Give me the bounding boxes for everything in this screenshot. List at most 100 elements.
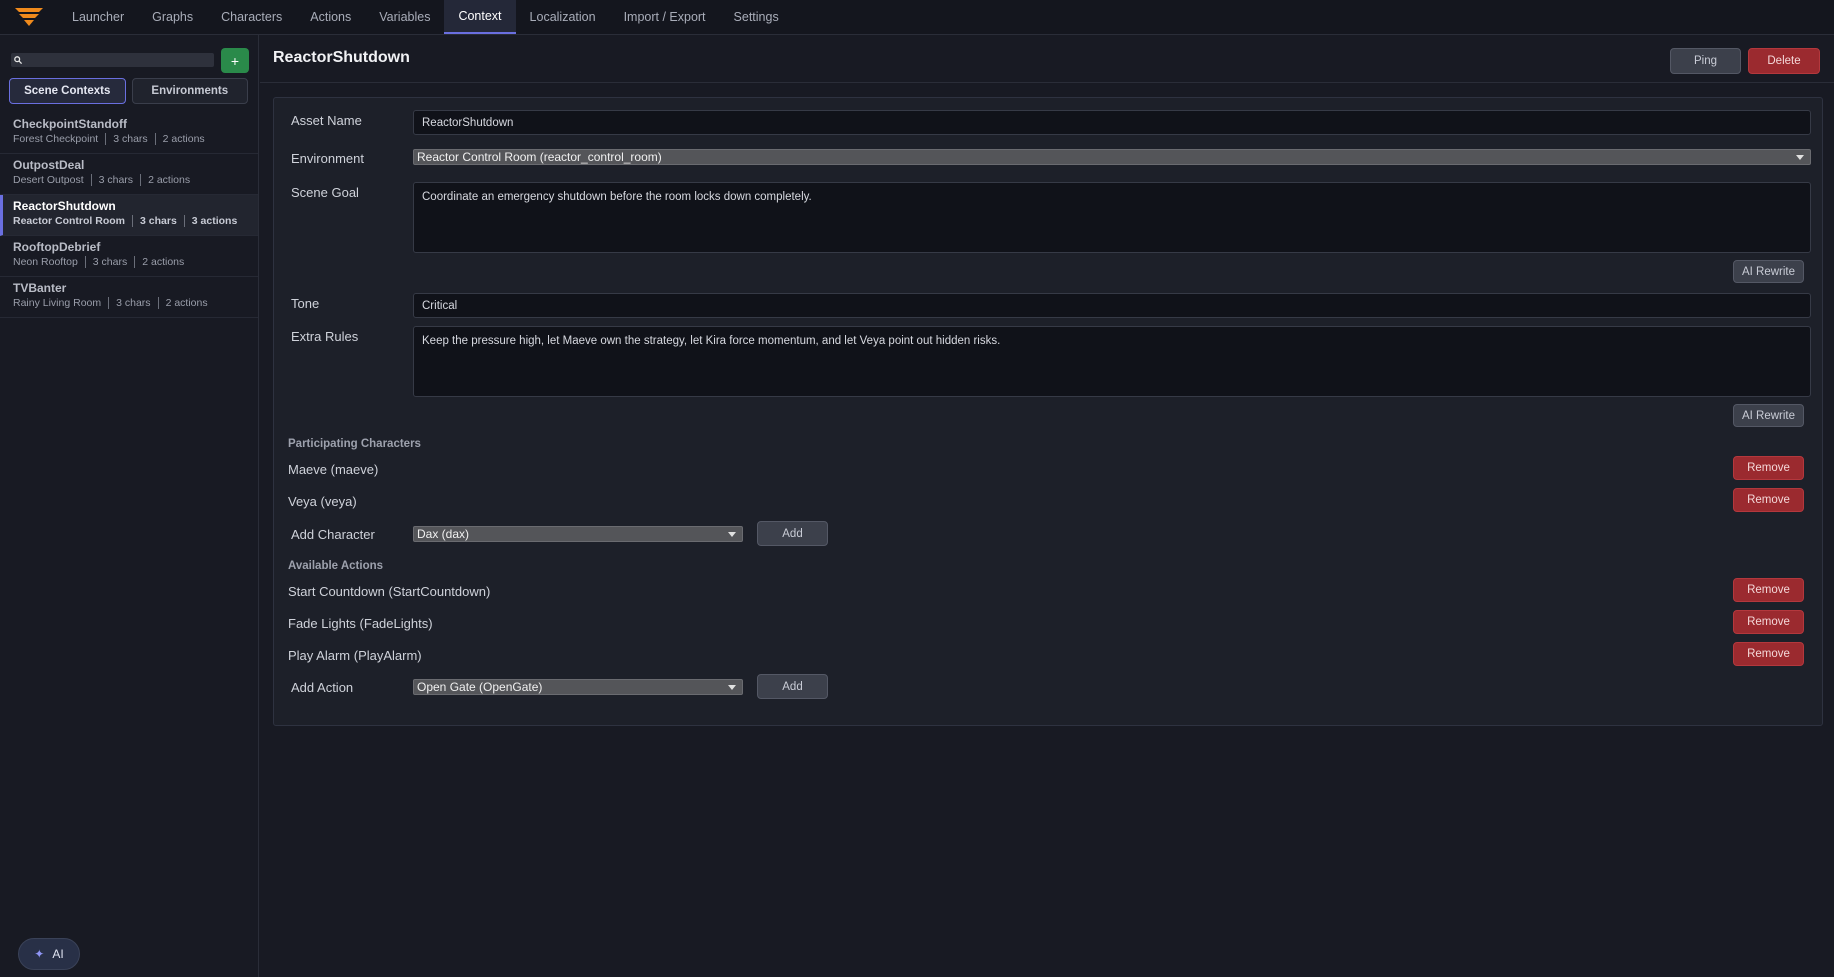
search-input[interactable] bbox=[26, 54, 206, 66]
delete-button[interactable]: Delete bbox=[1748, 48, 1820, 74]
context-actions: 2 actions bbox=[165, 297, 208, 309]
page-title: ReactorShutdown bbox=[273, 49, 410, 66]
context-chars: 3 chars bbox=[116, 297, 151, 309]
context-name: TVBanter bbox=[13, 281, 67, 295]
remove-character-button[interactable]: Remove bbox=[1733, 488, 1804, 512]
add-action-label: Add Action bbox=[291, 680, 354, 695]
divider bbox=[90, 174, 92, 186]
divider bbox=[157, 297, 159, 309]
action-item: Start Countdown (StartCountdown) bbox=[288, 584, 491, 599]
add-action-value: Open Gate (OpenGate) bbox=[417, 680, 543, 694]
add-character-select[interactable]: Dax (dax) bbox=[413, 526, 743, 542]
divider bbox=[183, 215, 185, 227]
divider bbox=[105, 133, 107, 145]
sidebar-tabs: Scene Contexts Environments bbox=[9, 78, 248, 104]
remove-action-button[interactable]: Remove bbox=[1733, 610, 1804, 634]
search-icon bbox=[14, 56, 22, 64]
page-header: ReactorShutdown Ping Delete bbox=[260, 35, 1834, 83]
tab-variables[interactable]: Variables bbox=[365, 0, 444, 34]
add-character-button[interactable]: Add bbox=[757, 521, 828, 546]
add-character-value: Dax (dax) bbox=[417, 527, 470, 541]
ai-assistant-button[interactable]: ✦ AI bbox=[18, 938, 80, 970]
divider bbox=[134, 256, 136, 268]
tab-settings[interactable]: Settings bbox=[720, 0, 793, 34]
context-chars: 3 chars bbox=[98, 174, 134, 186]
chevron-down-icon bbox=[1796, 155, 1804, 160]
context-actions: 2 actions bbox=[142, 256, 185, 268]
tab-graphs[interactable]: Graphs bbox=[138, 0, 207, 34]
list-item[interactable]: TVBanter Rainy Living Room 3 chars 2 act… bbox=[0, 277, 258, 318]
action-item: Fade Lights (FadeLights) bbox=[288, 616, 433, 631]
context-actions: 3 actions bbox=[191, 215, 238, 227]
tab-environments[interactable]: Environments bbox=[131, 78, 248, 104]
context-chars: 3 chars bbox=[92, 256, 128, 268]
top-nav: Launcher Graphs Characters Actions Varia… bbox=[0, 0, 1834, 35]
tab-actions[interactable]: Actions bbox=[296, 0, 365, 34]
asset-name-field[interactable]: ReactorShutdown bbox=[413, 110, 1811, 135]
search-row: + bbox=[11, 48, 249, 73]
context-env: Neon Rooftop bbox=[13, 256, 78, 268]
context-actions: 2 actions bbox=[148, 174, 191, 186]
sidebar: + Scene Contexts Environments Checkpoint… bbox=[0, 35, 259, 977]
asset-name-label: Asset Name bbox=[291, 113, 362, 128]
ping-button[interactable]: Ping bbox=[1670, 48, 1741, 74]
remove-action-button[interactable]: Remove bbox=[1733, 578, 1804, 602]
context-actions: 2 actions bbox=[162, 133, 205, 145]
remove-action-button[interactable]: Remove bbox=[1733, 642, 1804, 666]
character-item: Maeve (maeve) bbox=[288, 462, 379, 477]
tab-launcher[interactable]: Launcher bbox=[58, 0, 138, 34]
ai-label: AI bbox=[52, 947, 64, 961]
ai-rewrite-button[interactable]: AI Rewrite bbox=[1733, 260, 1804, 283]
available-actions-title: Available Actions bbox=[288, 560, 384, 572]
context-chars: 3 chars bbox=[140, 215, 177, 227]
tab-context[interactable]: Context bbox=[444, 0, 516, 34]
context-env: Forest Checkpoint bbox=[13, 133, 99, 145]
add-action-select[interactable]: Open Gate (OpenGate) bbox=[413, 679, 743, 695]
context-chars: 3 chars bbox=[113, 133, 148, 145]
list-item[interactable]: CheckpointStandoff Forest Checkpoint 3 c… bbox=[0, 113, 258, 154]
context-meta: Forest Checkpoint 3 chars 2 actions bbox=[13, 133, 258, 145]
context-env: Reactor Control Room bbox=[13, 215, 126, 227]
divider bbox=[154, 133, 156, 145]
search-field[interactable] bbox=[11, 53, 214, 67]
context-name: ReactorShutdown bbox=[13, 199, 116, 213]
participating-characters-title: Participating Characters bbox=[288, 438, 421, 450]
tab-scene-contexts[interactable]: Scene Contexts bbox=[9, 78, 126, 104]
list-item-selected[interactable]: ReactorShutdown Reactor Control Room 3 c… bbox=[0, 195, 258, 236]
app-logo[interactable] bbox=[0, 0, 58, 34]
context-list: CheckpointStandoff Forest Checkpoint 3 c… bbox=[0, 113, 258, 318]
context-meta: Neon Rooftop 3 chars 2 actions bbox=[13, 256, 258, 268]
main-content: ReactorShutdown Ping Delete Asset Name R… bbox=[260, 35, 1834, 977]
chevron-down-icon bbox=[728, 532, 736, 537]
divider bbox=[140, 174, 142, 186]
tab-characters[interactable]: Characters bbox=[207, 0, 296, 34]
add-character-label: Add Character bbox=[291, 527, 375, 542]
ai-rewrite-button[interactable]: AI Rewrite bbox=[1733, 404, 1804, 427]
action-item: Play Alarm (PlayAlarm) bbox=[288, 648, 422, 663]
scene-goal-label: Scene Goal bbox=[291, 185, 359, 200]
divider bbox=[84, 256, 86, 268]
environment-value: Reactor Control Room (reactor_control_ro… bbox=[417, 150, 662, 164]
tab-localization[interactable]: Localization bbox=[516, 0, 610, 34]
add-action-button[interactable]: Add bbox=[757, 674, 828, 699]
list-item[interactable]: OutpostDeal Desert Outpost 3 chars 2 act… bbox=[0, 154, 258, 195]
add-context-button[interactable]: + bbox=[221, 48, 249, 73]
chevron-down-icon bbox=[728, 685, 736, 690]
tone-field[interactable]: Critical bbox=[413, 293, 1811, 318]
scene-goal-textarea[interactable]: Coordinate an emergency shutdown before … bbox=[413, 182, 1811, 253]
extra-rules-label: Extra Rules bbox=[291, 329, 359, 344]
context-form-panel: Asset Name ReactorShutdown Environment R… bbox=[273, 97, 1823, 726]
divider bbox=[132, 215, 134, 227]
remove-character-button[interactable]: Remove bbox=[1733, 456, 1804, 480]
context-name: OutpostDeal bbox=[13, 158, 85, 172]
extra-rules-textarea[interactable]: Keep the pressure high, let Maeve own th… bbox=[413, 326, 1811, 397]
tab-import-export[interactable]: Import / Export bbox=[610, 0, 720, 34]
environment-select[interactable]: Reactor Control Room (reactor_control_ro… bbox=[413, 149, 1811, 165]
divider bbox=[108, 297, 110, 309]
context-meta: Rainy Living Room 3 chars 2 actions bbox=[13, 297, 258, 309]
environment-label: Environment bbox=[291, 151, 364, 166]
tone-label: Tone bbox=[291, 296, 320, 311]
context-meta: Desert Outpost 3 chars 2 actions bbox=[13, 174, 258, 186]
context-env: Rainy Living Room bbox=[13, 297, 102, 309]
list-item[interactable]: RooftopDebrief Neon Rooftop 3 chars 2 ac… bbox=[0, 236, 258, 277]
